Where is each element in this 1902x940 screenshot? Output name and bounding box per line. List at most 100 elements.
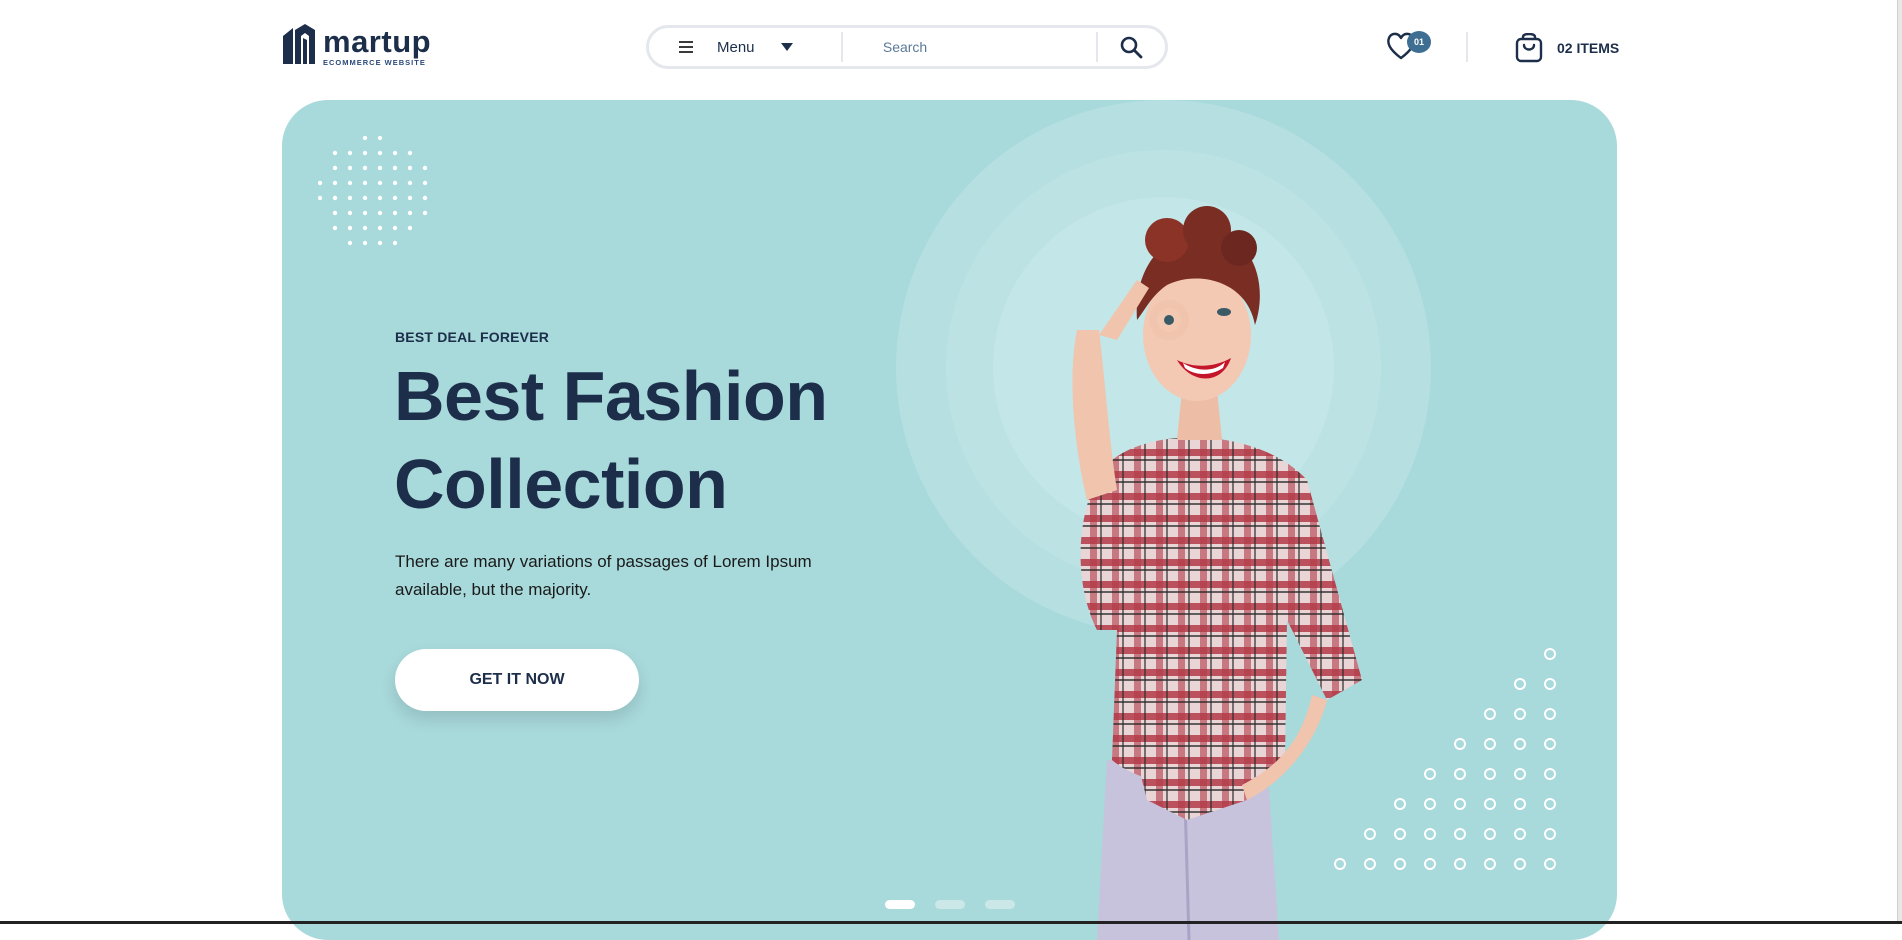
decor-dot — [347, 195, 353, 201]
brand-logo[interactable]: martup ECOMMERCE WEBSITE — [281, 24, 431, 68]
decor-dot — [377, 180, 383, 186]
decor-ring — [1544, 708, 1556, 720]
slide-dot[interactable] — [985, 900, 1015, 909]
decor-dot — [362, 180, 368, 186]
decor-dot — [347, 210, 353, 216]
search-input[interactable] — [842, 32, 1096, 62]
decor-dot — [318, 180, 323, 186]
decor-dot — [392, 180, 398, 186]
decor-ring — [1454, 828, 1466, 840]
hamburger-icon — [679, 41, 693, 53]
decor-ring — [1424, 828, 1436, 840]
caret-down-icon — [780, 43, 793, 51]
decor-dot — [332, 225, 338, 231]
decor-dot — [347, 165, 353, 171]
decor-ring — [1514, 708, 1526, 720]
decor-dot — [377, 136, 383, 141]
decor-ring — [1454, 738, 1466, 750]
decor-dot — [362, 210, 368, 216]
decor-dot — [422, 180, 428, 186]
menu-dropdown-button[interactable]: Menu — [649, 28, 841, 66]
decor-dot — [362, 165, 368, 171]
search-button[interactable] — [1098, 28, 1165, 66]
decor-dot — [407, 195, 413, 201]
decor-ring — [1544, 768, 1556, 780]
decor-dot — [422, 195, 428, 201]
decor-ring — [1544, 678, 1556, 690]
decor-ring — [1424, 858, 1436, 870]
decor-ring — [1514, 678, 1526, 690]
decor-ring — [1544, 858, 1556, 870]
decor-dot — [392, 150, 398, 156]
decor-dot — [392, 225, 398, 231]
decor-ring — [1484, 798, 1496, 810]
decor-ring — [1484, 768, 1496, 780]
decor-ring — [1424, 768, 1436, 780]
decor-ring — [1544, 828, 1556, 840]
building-m-logo-icon — [283, 24, 315, 64]
cart-items-label: 02 ITEMS — [1557, 40, 1620, 56]
decor-ring — [1484, 828, 1496, 840]
decor-ring — [1514, 738, 1526, 750]
wishlist-button[interactable]: 01 — [1386, 31, 1431, 64]
decor-dot — [407, 150, 413, 156]
decor-dot — [422, 165, 428, 171]
decor-dot — [362, 240, 368, 246]
decor-dot — [377, 225, 383, 231]
decor-ring — [1484, 858, 1496, 870]
get-it-now-button[interactable]: GET IT NOW — [395, 649, 639, 711]
decor-dot — [392, 195, 398, 201]
cart-button[interactable]: 02 ITEMS — [1515, 33, 1619, 63]
shopping-bag-icon — [1515, 33, 1543, 63]
decor-dot — [407, 210, 413, 216]
wishlist-count-badge: 01 — [1407, 31, 1431, 53]
decor-ring — [1454, 768, 1466, 780]
decor-dot — [377, 150, 383, 156]
brand-name: martup — [323, 23, 432, 59]
hero-title: Best Fashion Collection — [394, 352, 994, 528]
decor-dot — [422, 210, 428, 216]
decor-ring — [1454, 858, 1466, 870]
decor-dot — [377, 165, 383, 171]
decor-ring — [1514, 768, 1526, 780]
decor-dot — [377, 240, 383, 246]
decor-dot — [347, 150, 353, 156]
decor-dot — [362, 136, 368, 141]
decor-ring — [1544, 648, 1556, 660]
decor-ring — [1544, 798, 1556, 810]
menu-label: Menu — [717, 38, 755, 56]
decor-dot — [377, 210, 383, 216]
page-scrollbar[interactable] — [1897, 0, 1902, 924]
hero-title-line: Collection — [394, 445, 728, 523]
slider-pagination — [885, 900, 1015, 909]
decor-dot — [332, 195, 338, 201]
slide-dot[interactable] — [885, 900, 915, 909]
dot-pattern-decoration — [318, 136, 428, 246]
decor-ring — [1514, 858, 1526, 870]
decor-dot — [332, 180, 338, 186]
decor-dot — [407, 225, 413, 231]
decor-ring — [1514, 828, 1526, 840]
decor-dot — [347, 180, 353, 186]
decor-ring — [1484, 708, 1496, 720]
fashion-model-image — [1072, 206, 1362, 940]
site-header: martup ECOMMERCE WEBSITE Menu 01 — [0, 0, 1902, 96]
decor-ring — [1454, 798, 1466, 810]
decor-ring — [1424, 798, 1436, 810]
decor-dot — [392, 165, 398, 171]
decor-dot — [377, 195, 383, 201]
hero-title-line: Best Fashion — [394, 357, 828, 435]
decor-dot — [362, 150, 368, 156]
decor-dot — [332, 165, 338, 171]
header-divider — [1466, 32, 1468, 62]
decor-dot — [318, 195, 323, 201]
hero-eyebrow: BEST DEAL FOREVER — [395, 329, 550, 345]
slide-dot[interactable] — [935, 900, 965, 909]
decor-dot — [392, 210, 398, 216]
decor-ring — [1484, 738, 1496, 750]
hero-banner: BEST DEAL FOREVER Best Fashion Collectio… — [282, 100, 1617, 940]
decor-dot — [347, 225, 353, 231]
search-bar: Menu — [646, 25, 1168, 69]
decor-dot — [332, 150, 338, 156]
magnifier-icon — [1121, 36, 1143, 59]
